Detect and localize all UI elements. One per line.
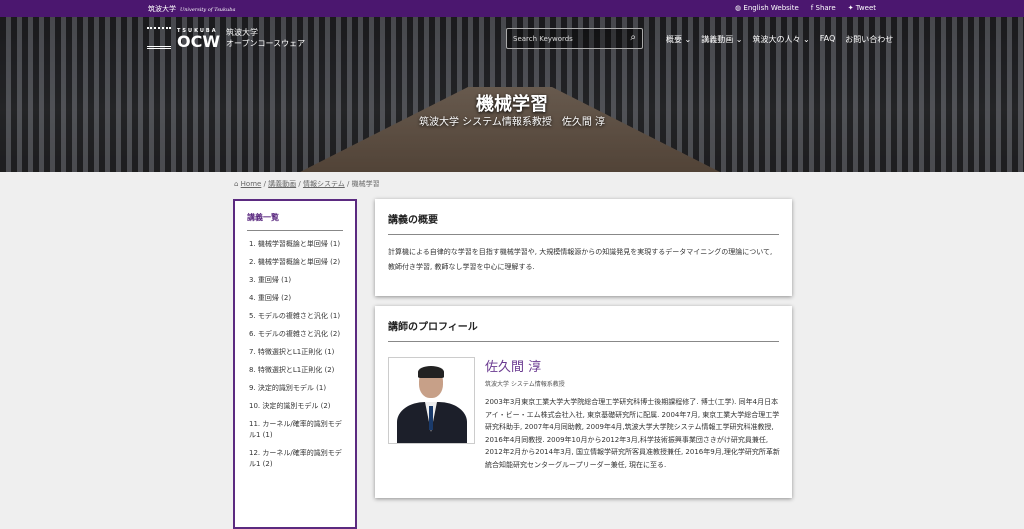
lecture-list-item[interactable]: 6. モデルの複雑さと汎化 (2)	[247, 329, 343, 340]
top-bar: 筑波大学 University of Tsukuba ◍ English Webs…	[0, 0, 1024, 17]
lecture-list-item[interactable]: 7. 特徴選択とL1正則化 (1)	[247, 347, 343, 358]
overview-title: 講義の概要	[388, 211, 779, 235]
nav-contact[interactable]: お問い合わせ	[845, 34, 893, 45]
lecture-list-item[interactable]: 12. カーネル/確率的識別モデル1 (2)	[247, 448, 343, 470]
lecture-list-sidebar: 講義一覧 1. 機械学習概論と単回帰 (1) 2. 機械学習概論と単回帰 (2) 3…	[233, 199, 357, 529]
lecture-list-item[interactable]: 3. 重回帰 (1)	[247, 275, 343, 286]
nav-overview[interactable]: 概要 ⌄	[666, 34, 691, 45]
book-logo-icon	[147, 27, 171, 49]
instructor-name: 佐久間 淳	[485, 360, 542, 375]
instructor-bio: 2003年3月東京工業大学大学院総合理工学研究科博士後期課程修了. 博士(工学)…	[485, 398, 780, 469]
lecture-list-item[interactable]: 9. 決定的識別モデル (1)	[247, 383, 343, 394]
nav-lecture-videos[interactable]: 講義動画 ⌄	[701, 34, 742, 45]
search-input[interactable]: Search Keywords ⌕	[506, 28, 643, 49]
share-button[interactable]: f Share	[811, 4, 836, 12]
home-icon: ⌂	[234, 180, 241, 188]
lecture-list-item[interactable]: 8. 特徴選択とL1正則化 (2)	[247, 365, 343, 376]
breadcrumb: ⌂ Home / 講義動画 / 情報システム / 機械学習	[234, 180, 380, 188]
nav-faq[interactable]: FAQ	[820, 34, 836, 45]
twitter-icon: ✦	[847, 4, 856, 12]
profile-title: 講師のプロフィール	[388, 318, 779, 342]
breadcrumb-current: 機械学習	[351, 180, 380, 188]
lecture-list-item[interactable]: 2. 機械学習概論と単回帰 (2)	[247, 257, 343, 268]
lecture-list-item[interactable]: 10. 決定的識別モデル (2)	[247, 401, 343, 412]
sidebar-title: 講義一覧	[247, 209, 343, 231]
nav-people[interactable]: 筑波大の人々 ⌄	[753, 34, 810, 45]
instructor-affiliation: 筑波大学 システム情報系教授	[485, 381, 565, 388]
instructor-photo	[388, 357, 475, 444]
english-website-link[interactable]: ◍ English Website	[735, 4, 799, 12]
page-subtitle: 筑波大学 システム情報系教授 佐久間 淳	[418, 117, 606, 128]
tweet-button[interactable]: ✦ Tweet	[848, 4, 876, 12]
main-nav: 概要 ⌄ 講義動画 ⌄ 筑波大の人々 ⌄ FAQ お問い合わせ	[666, 34, 893, 45]
profile-card: 講師のプロフィール 佐久間 淳 筑波大学 システム情報系教授 2003年3月東京…	[375, 306, 792, 498]
university-name: 筑波大学 University of Tsukuba	[148, 5, 236, 13]
site-logo[interactable]: TSUKUBA OCW 筑波大学 オープンコースウェア	[147, 27, 305, 49]
breadcrumb-videos[interactable]: 講義動画	[268, 180, 296, 188]
lecture-list-item[interactable]: 1. 機械学習概論と単回帰 (1)	[247, 239, 343, 250]
breadcrumb-category[interactable]: 情報システム	[303, 180, 345, 188]
breadcrumb-home[interactable]: Home	[241, 180, 262, 188]
search-icon[interactable]: ⌕	[630, 32, 636, 43]
overview-text: 計算機による自律的な学習を目指す機械学習や, 大規模情報源からの知識発見を実現す…	[388, 248, 773, 271]
lecture-list-item[interactable]: 4. 重回帰 (2)	[247, 293, 343, 304]
overview-card: 講義の概要 計算機による自律的な学習を目指す機械学習や, 大規模情報源からの知識…	[375, 199, 792, 296]
lecture-list-item[interactable]: 5. モデルの複雑さと汎化 (1)	[247, 311, 343, 322]
lecture-list-item[interactable]: 11. カーネル/確率的識別モデル1 (1)	[247, 419, 343, 441]
